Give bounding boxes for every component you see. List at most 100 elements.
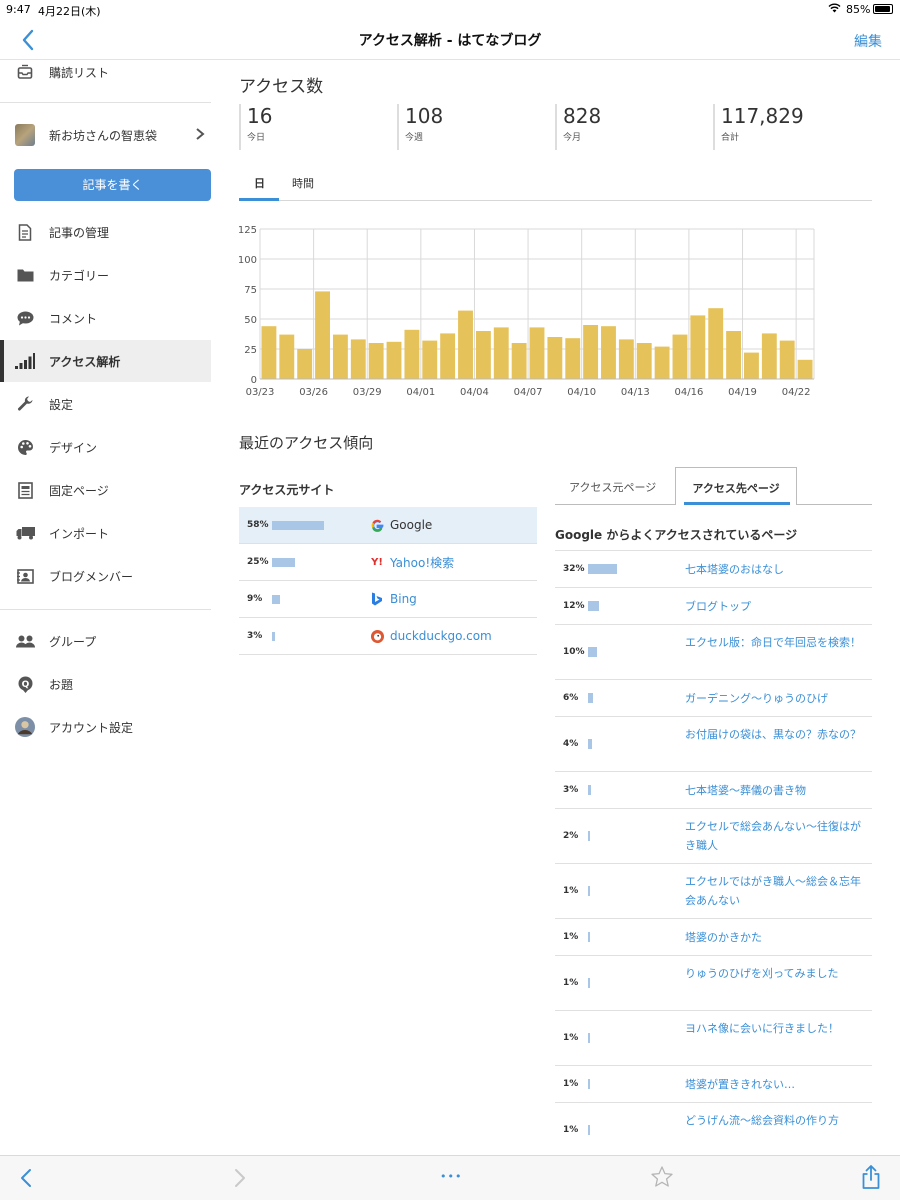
sidebar-item-topics[interactable]: Q お題	[0, 663, 211, 705]
active-tab-indicator	[684, 502, 790, 505]
stat-label: 合計	[721, 133, 740, 143]
page-row[interactable]: 1% エクセルではがき職人～総会＆忘年会あんない	[555, 864, 872, 919]
page-percent: 4%	[563, 738, 579, 749]
page-title-link[interactable]: ヨハネ像に会いに行きました！	[685, 1019, 865, 1038]
page-row[interactable]: 6% ガーデニング～りゅうのひげ	[555, 680, 872, 717]
sidebar-item-design[interactable]: デザイン	[0, 426, 211, 468]
chart-bar	[297, 349, 313, 379]
sidebar-item-label: 設定	[49, 397, 74, 412]
chart-bar	[744, 352, 759, 379]
star-icon[interactable]	[650, 1165, 674, 1194]
tab-destination-pages[interactable]: アクセス先ページ	[675, 467, 797, 505]
yahoo-icon: Y!	[371, 556, 383, 568]
page-title-link[interactable]: どうげん流～総会資料の作り方	[685, 1111, 865, 1130]
tab-source-pages[interactable]: アクセス元ページ	[569, 479, 656, 495]
sidebar-blog-selector[interactable]: 新お坊さんの智恵袋	[0, 114, 211, 156]
edit-button[interactable]: 編集	[854, 31, 882, 51]
page-row[interactable]: 1% 塔婆のかきかた	[555, 919, 872, 956]
sidebar-item-label: インポート	[49, 526, 110, 541]
battery-percent: 85%	[846, 3, 871, 16]
sidebar-item-category[interactable]: カテゴリー	[0, 254, 211, 296]
x-tick-label: 03/23	[246, 387, 275, 398]
sidebar-item-account-settings[interactable]: アカウント設定	[0, 706, 211, 748]
page-percent: 1%	[563, 1124, 579, 1135]
sidebar-item-subscriptions[interactable]: 購読リスト	[0, 51, 211, 93]
page-title-link[interactable]: 塔婆が置ききれない…	[685, 1075, 865, 1094]
sidebar-item-blog-members[interactable]: ブログメンバー	[0, 555, 211, 597]
page-row[interactable]: 4% お付届けの袋は、黒なの？赤なの？	[555, 717, 872, 772]
page-row[interactable]: 1% りゅうのひげを刈ってみました	[555, 956, 872, 1011]
sidebar-item-articles[interactable]: 記事の管理	[0, 211, 211, 253]
referrer-row-google[interactable]: 58% Google	[239, 507, 537, 544]
divider	[0, 102, 211, 103]
referrer-sites-table: 58% Google 25% Y! Yahoo!検索 9% Bing 3% du…	[239, 507, 537, 655]
referrer-row-yahoo[interactable]: 25% Y! Yahoo!検索	[239, 544, 537, 581]
topic-icon: Q	[15, 674, 35, 694]
referrer-row-duckduckgo[interactable]: 3% duckduckgo.com	[239, 618, 537, 655]
sidebar-item-import[interactable]: インポート	[0, 512, 211, 554]
bar-chart-icon	[15, 351, 35, 371]
blog-name: 新お坊さんの智恵袋	[49, 128, 158, 143]
page-row[interactable]: 3% 七本塔婆～葬儀の書き物	[555, 772, 872, 809]
y-tick-label: 75	[244, 285, 257, 296]
page-title-link[interactable]: エクセルで総会あんない～往復はがき職人	[685, 817, 865, 855]
chart-bar	[440, 333, 456, 379]
referrer-row-bing[interactable]: 9% Bing	[239, 581, 537, 618]
active-tab-indicator	[239, 198, 279, 201]
page-title-link[interactable]: 七本塔婆～葬儀の書き物	[685, 781, 865, 800]
browser-forward-button[interactable]	[232, 1166, 248, 1195]
sidebar-item-groups[interactable]: グループ	[0, 620, 211, 662]
referrer-link[interactable]: Google	[370, 518, 432, 532]
page-row[interactable]: 32% 七本塔婆のおはなし	[555, 551, 872, 588]
chart-bar	[458, 310, 473, 379]
page-row[interactable]: 12% ブログトップ	[555, 588, 872, 625]
sidebar-item-fixed-pages[interactable]: 固定ページ	[0, 469, 211, 511]
page-title-link[interactable]: エクセルではがき職人～総会＆忘年会あんない	[685, 872, 865, 910]
referrer-link[interactable]: Bing	[370, 592, 417, 606]
chart-bar	[779, 340, 795, 379]
page-title-link[interactable]: エクセル版：命日で年回忌を検索！	[685, 633, 865, 652]
tab-day[interactable]: 日	[254, 175, 265, 191]
chart-bar	[404, 329, 420, 379]
share-icon[interactable]	[861, 1164, 881, 1195]
popular-pages-table: 32% 七本塔婆のおはなし 12% ブログトップ 10% エクセル版：命日で年回忌を検索！…	[555, 550, 872, 1155]
page-title-link[interactable]: 塔婆のかきかた	[685, 928, 865, 947]
sidebar-item-analytics[interactable]: アクセス解析	[0, 340, 211, 382]
referrer-percent: 58%	[247, 520, 269, 530]
browser-back-button[interactable]	[18, 1166, 34, 1195]
page-bar	[588, 1124, 590, 1135]
chart-bar	[332, 334, 348, 379]
page-title-link[interactable]: ガーデニング～りゅうのひげ	[685, 689, 865, 708]
more-button[interactable]: •••	[440, 1170, 462, 1183]
page-row[interactable]: 10% エクセル版：命日で年回忌を検索！	[555, 625, 872, 680]
stat-today: 16 今日	[239, 104, 394, 150]
page-title-link[interactable]: りゅうのひげを刈ってみました	[685, 964, 865, 983]
referrer-name: Google	[390, 518, 433, 532]
palette-icon	[15, 437, 35, 457]
write-article-button[interactable]: 記事を書く	[14, 169, 211, 201]
page-row[interactable]: 2% エクセルで総会あんない～往復はがき職人	[555, 809, 872, 864]
tab-hour[interactable]: 時間	[292, 175, 314, 191]
page-bar	[588, 784, 591, 795]
referrer-bar	[272, 557, 295, 567]
stat-value: 117,829	[721, 104, 804, 128]
page-title-link[interactable]: ブログトップ	[685, 597, 865, 616]
duckduckgo-icon	[370, 629, 384, 643]
sidebar-item-settings[interactable]: 設定	[0, 383, 211, 425]
page-title-link[interactable]: お付届けの袋は、黒なの？赤なの？	[685, 725, 865, 744]
referrer-link[interactable]: duckduckgo.com	[370, 629, 492, 643]
referrer-link[interactable]: Y! Yahoo!検索	[370, 554, 454, 571]
page-title-link[interactable]: 七本塔婆のおはなし	[685, 560, 865, 579]
comment-icon	[15, 308, 35, 328]
page-percent: 3%	[563, 784, 579, 795]
popular-pages-heading: Google からよくアクセスされているページ	[555, 528, 798, 542]
page-row[interactable]: 1% ヨハネ像に会いに行きました！	[555, 1011, 872, 1066]
page-row[interactable]: 1% 塔婆が置ききれない…	[555, 1066, 872, 1103]
sidebar-item-comments[interactable]: コメント	[0, 297, 211, 339]
sidebar-item-label: アクセス解析	[49, 354, 121, 369]
page-row[interactable]: 1% どうげん流～総会資料の作り方	[555, 1103, 872, 1155]
chart-bar	[797, 359, 813, 379]
y-tick-label: 25	[244, 345, 257, 356]
stat-label: 今週	[405, 133, 424, 143]
page-bar	[588, 692, 594, 703]
